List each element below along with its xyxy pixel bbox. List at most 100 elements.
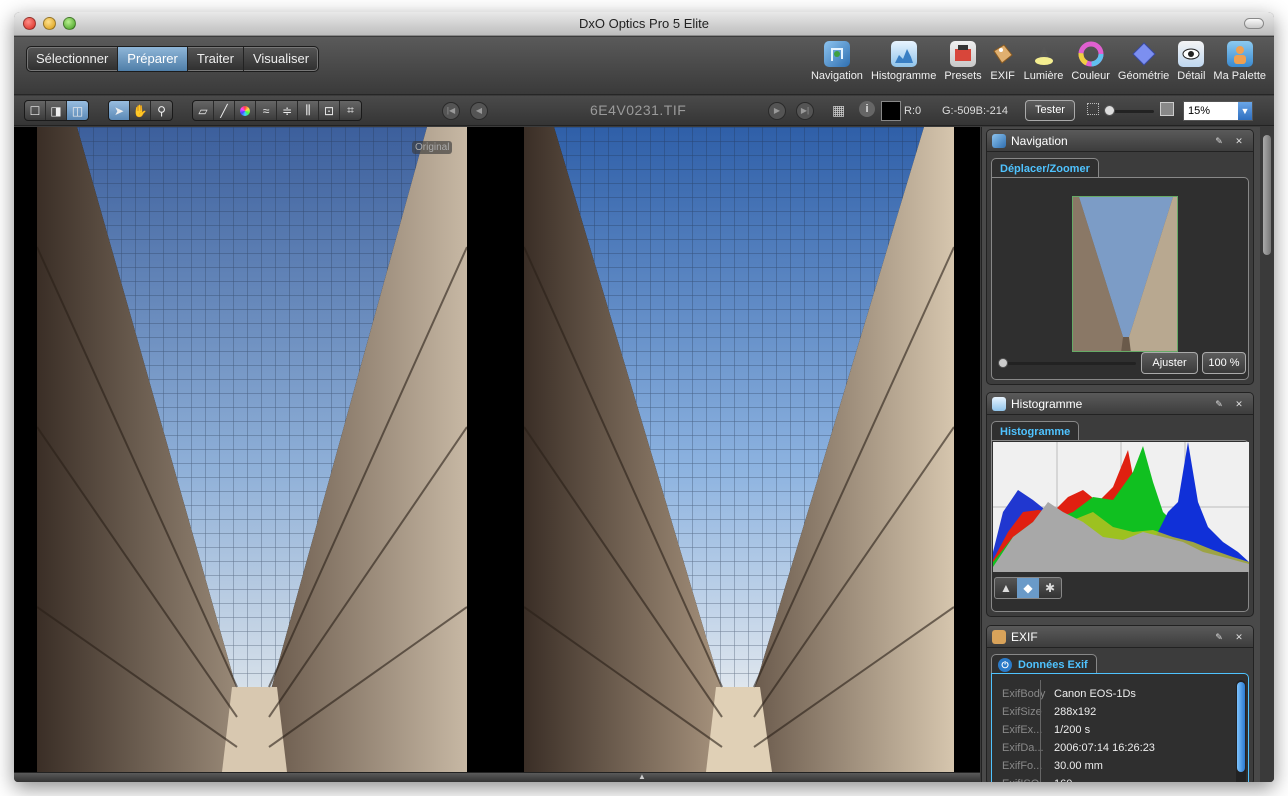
split-view-button[interactable]: ◨ <box>46 101 67 120</box>
palette-presets-button[interactable]: Presets <box>944 41 982 91</box>
exif-scroll-thumb[interactable] <box>1237 682 1245 772</box>
palette-exif-button[interactable]: EXIF <box>990 41 1016 91</box>
palette-light-button[interactable]: Lumière <box>1024 41 1063 91</box>
side-by-side-button[interactable]: ◫ <box>67 101 88 120</box>
level-tool-button[interactable]: ≑ <box>277 101 298 120</box>
sidebar-scroll-thumb[interactable] <box>1263 135 1271 255</box>
perspective-tool-button[interactable]: ⊡ <box>319 101 340 120</box>
previous-icon: ◀ <box>475 106 483 115</box>
navigation-icon <box>992 134 1006 148</box>
tab-move-zoom[interactable]: Déplacer/Zoomer <box>991 158 1099 178</box>
hand-tool-button[interactable]: ✋ <box>130 101 151 120</box>
mode-process-button[interactable]: Traiter <box>188 47 244 71</box>
shadows-mode-icon[interactable]: ▲ <box>995 578 1017 598</box>
exif-key: ExifDa... <box>1002 742 1044 754</box>
navigation-thumbnail[interactable] <box>1072 196 1178 352</box>
palette-my-palette-button[interactable]: Ma Palette <box>1213 41 1266 91</box>
tester-button[interactable]: Tester <box>1025 100 1075 121</box>
skip-first-icon: |◀ <box>446 106 456 115</box>
single-view-button[interactable]: ☐ <box>25 101 46 120</box>
app-window: DxO Optics Pro 5 Elite Sélectionner Prép… <box>14 12 1274 782</box>
grid-toggle-icon[interactable]: ▦ <box>832 102 845 119</box>
palette-color-button[interactable]: Couleur <box>1071 41 1110 91</box>
vertical-guide-button[interactable]: ⫼ <box>298 101 319 120</box>
palette-histogram-button[interactable]: Histogramme <box>871 41 936 91</box>
exif-value: 160 <box>1054 778 1072 782</box>
exif-value: 30.00 mm <box>1054 760 1103 772</box>
exif-key: ExifSize <box>1002 706 1042 718</box>
sidebar-scrollbar[interactable] <box>1260 127 1274 782</box>
zoom-level-select[interactable]: 15% ▼ <box>1183 101 1253 121</box>
filmstrip-handle[interactable]: ▲ <box>14 772 980 782</box>
palette-navigation-button[interactable]: Navigation <box>811 41 863 91</box>
view-toolbar: ☐ ◨ ◫ ➤ ✋ ⚲ ▱ ╱ ≈ ≑ ⫼ ⊡ ⌗ |◀ ◀ 6E4V0231.… <box>14 96 1274 126</box>
close-window-button[interactable] <box>23 17 36 30</box>
color-picker-button[interactable] <box>235 101 256 120</box>
info-icon[interactable]: i <box>859 101 875 117</box>
navigation-zoom-knob[interactable] <box>998 358 1008 368</box>
tab-histogram[interactable]: Histogramme <box>991 421 1080 441</box>
pointer-tools-group: ➤ ✋ ⚲ <box>108 100 173 121</box>
exif-value: 288x192 <box>1054 706 1097 718</box>
navigation-zoom-track[interactable] <box>1000 362 1136 365</box>
full-size-button[interactable]: 100 % <box>1202 352 1246 374</box>
mode-prepare-button[interactable]: Préparer <box>118 47 188 71</box>
close-icon[interactable]: ✕ <box>1233 631 1245 643</box>
mode-switcher: Sélectionner Préparer Traiter Visualiser <box>26 46 320 72</box>
midtones-mode-icon[interactable]: ◆ <box>1017 578 1039 598</box>
select-tool-button[interactable]: ➤ <box>109 101 130 120</box>
minimize-window-button[interactable] <box>43 17 56 30</box>
histogram-graph <box>993 442 1249 572</box>
first-image-button[interactable]: |◀ <box>442 102 460 120</box>
color-wheel-icon <box>1078 41 1104 67</box>
crop-tool-button[interactable]: ⌗ <box>340 101 361 120</box>
exif-panel-body: ExifBody Canon EOS-1Ds ExifSize 288x192 Ex… <box>991 673 1249 782</box>
perspective-icon: ⊡ <box>323 103 335 118</box>
navigation-icon <box>823 41 850 67</box>
exif-key: ExifBody <box>1002 688 1046 700</box>
original-tag: Original <box>412 141 453 154</box>
last-image-button[interactable]: ▶| <box>796 102 814 120</box>
previous-image-button[interactable]: ◀ <box>470 102 488 120</box>
mode-select-button[interactable]: Sélectionner <box>27 47 119 71</box>
image-viewer[interactable]: Original <box>14 127 980 772</box>
tab-exif-data[interactable]: ⏻ Données Exif <box>991 654 1097 674</box>
zoom-out-icon[interactable] <box>1087 103 1099 115</box>
close-icon[interactable]: ✕ <box>1233 398 1245 410</box>
color-dot-icon <box>240 105 250 116</box>
brush-tool-button[interactable]: ╱ <box>214 101 235 120</box>
arrow-pointer-icon: ➤ <box>113 103 125 118</box>
edit-icon[interactable]: ✎ <box>1213 631 1225 643</box>
light-icon <box>1031 41 1057 67</box>
toolbar-toggle-button[interactable] <box>1244 18 1264 29</box>
split-view-icon: ◨ <box>50 103 62 118</box>
edit-icon[interactable]: ✎ <box>1213 398 1225 410</box>
horizon-tool-button[interactable]: ≈ <box>256 101 277 120</box>
window-title: DxO Optics Pro 5 Elite <box>578 16 710 31</box>
title-bar: DxO Optics Pro 5 Elite <box>14 12 1274 36</box>
histogram-panel-header: Histogramme ✎ ✕ <box>987 393 1253 415</box>
view-layout-group: ☐ ◨ ◫ <box>24 100 89 121</box>
expand-up-icon: ▲ <box>638 772 646 781</box>
readout-red: R:0 <box>904 105 922 117</box>
highlights-mode-icon[interactable]: ✱ <box>1039 578 1061 598</box>
zoom-slider-knob[interactable] <box>1104 105 1115 116</box>
next-image-button[interactable]: ▶ <box>768 102 786 120</box>
exif-value: 1/200 s <box>1054 724 1091 736</box>
mode-view-button[interactable]: Visualiser <box>244 47 318 71</box>
eraser-tool-button[interactable]: ▱ <box>193 101 214 120</box>
palette-geometry-button[interactable]: Géométrie <box>1118 41 1169 91</box>
corrected-image <box>524 127 954 772</box>
brush-icon: ╱ <box>220 103 228 118</box>
side-by-side-icon: ◫ <box>71 103 84 118</box>
palette-detail-button[interactable]: Détail <box>1177 41 1205 91</box>
zoom-in-icon[interactable] <box>1160 102 1174 116</box>
exif-panel-header: EXIF ✎ ✕ <box>987 626 1253 648</box>
exif-scrollbar[interactable] <box>1236 680 1246 782</box>
magnifier-icon: ⚲ <box>157 103 166 118</box>
edit-icon[interactable]: ✎ <box>1213 135 1225 147</box>
close-icon[interactable]: ✕ <box>1233 135 1245 147</box>
zoom-window-button[interactable] <box>63 17 76 30</box>
zoom-tool-button[interactable]: ⚲ <box>151 101 172 120</box>
fit-button[interactable]: Ajuster <box>1141 352 1198 374</box>
